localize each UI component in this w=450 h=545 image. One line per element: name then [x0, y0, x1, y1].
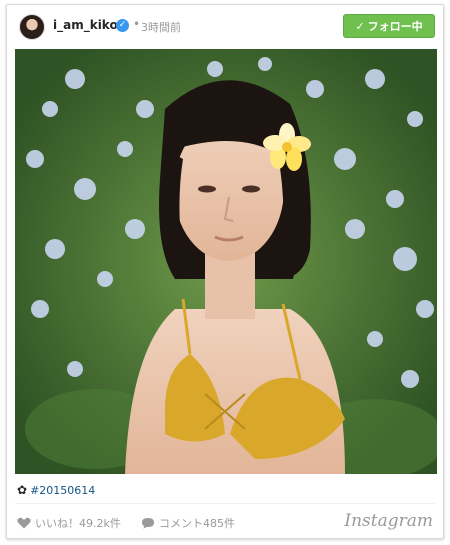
separator-dot: •	[133, 17, 141, 31]
instagram-logo[interactable]: Instagram	[344, 511, 433, 531]
flower-icon: ✿	[17, 483, 28, 497]
post-timestamp[interactable]: 3時間前	[141, 19, 181, 35]
post-header: i_am_kiko ✓ • 3時間前 ✓ フォロー中	[7, 5, 443, 49]
follow-button[interactable]: ✓ フォロー中	[343, 14, 435, 38]
checkmark-icon: ✓	[355, 19, 365, 33]
verified-badge-icon: ✓	[116, 19, 129, 32]
heart-icon	[17, 517, 31, 529]
likes-label: いいね！49.2k件	[35, 517, 121, 530]
post-footer: いいね！49.2k件 コメント485件 Instagram	[7, 507, 443, 537]
photo-illustration	[15, 49, 437, 474]
post-caption: ✿ #20150614	[17, 483, 95, 497]
avatar[interactable]	[19, 14, 45, 40]
comment-bubble-icon	[142, 518, 154, 529]
comments-label: コメント485件	[159, 517, 235, 530]
comments-count[interactable]: コメント485件	[141, 515, 235, 531]
instagram-embed-card: i_am_kiko ✓ • 3時間前 ✓ フォロー中 ✿ #20150614 い…	[6, 4, 444, 539]
username[interactable]: i_am_kiko	[53, 18, 118, 32]
hashtag-link[interactable]: #20150614	[30, 484, 95, 497]
divider	[15, 503, 435, 504]
likes-count[interactable]: いいね！49.2k件	[17, 515, 121, 531]
post-photo[interactable]	[15, 49, 437, 474]
follow-button-label: フォロー中	[367, 20, 423, 33]
